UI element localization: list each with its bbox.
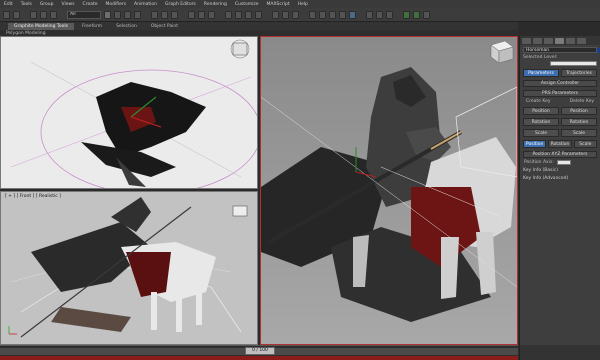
rotate-icon[interactable] bbox=[161, 10, 168, 19]
schematic-view-icon[interactable] bbox=[339, 10, 346, 19]
viewport-perspective[interactable] bbox=[260, 36, 518, 345]
viewport-top[interactable] bbox=[0, 36, 258, 189]
viewport-front-label[interactable]: [ + ] [ Front ] [ Realistic ] bbox=[5, 194, 61, 199]
curve-editor-icon[interactable] bbox=[329, 10, 336, 19]
viewcube-top-icon[interactable] bbox=[230, 39, 250, 59]
menu-help[interactable]: Help bbox=[298, 2, 308, 7]
green-tool-icon[interactable] bbox=[403, 10, 410, 19]
scale-icon[interactable] bbox=[171, 10, 178, 19]
menu-graph-editors[interactable]: Graph Editors bbox=[165, 2, 196, 7]
parameters-button[interactable]: Parameters bbox=[523, 69, 559, 77]
menu-customize[interactable]: Customize bbox=[235, 2, 259, 7]
spinner-snap-icon[interactable] bbox=[255, 10, 262, 19]
prs-parameters-rollout[interactable]: PRS Parameters bbox=[523, 90, 597, 97]
command-panel-tabs bbox=[520, 36, 600, 45]
named-selection-icon[interactable] bbox=[272, 10, 279, 19]
mirror-icon[interactable] bbox=[282, 10, 289, 19]
time-slider-bar: 0 / 100 bbox=[0, 345, 518, 360]
angle-snap-icon[interactable] bbox=[235, 10, 242, 19]
rendered-frame-icon[interactable] bbox=[376, 10, 383, 19]
menu-group[interactable]: Group bbox=[40, 2, 54, 7]
render-icon[interactable] bbox=[386, 10, 393, 19]
delete-key-label: Delete Key bbox=[569, 99, 594, 104]
track-bar[interactable] bbox=[0, 356, 518, 360]
manipulate-icon[interactable] bbox=[198, 10, 205, 19]
menu-modifiers[interactable]: Modifiers bbox=[106, 2, 127, 7]
delete-position-key-button[interactable]: Position bbox=[561, 107, 597, 115]
tab-graphite-modeling-tools[interactable]: Graphite Modeling Tools bbox=[8, 22, 75, 30]
viewcube-front-icon[interactable] bbox=[232, 205, 248, 217]
keyboard-shortcut-icon[interactable] bbox=[208, 10, 215, 19]
position-axis-spinner[interactable] bbox=[556, 160, 571, 165]
position-xyz-parameters-rollout[interactable]: Position XYZ Parameters bbox=[523, 151, 597, 158]
menu-views[interactable]: Views bbox=[62, 2, 75, 7]
selection-filter-dropdown[interactable]: All bbox=[67, 10, 101, 19]
motion-tab-icon[interactable] bbox=[555, 38, 564, 44]
menu-maxscript[interactable]: MAXScript bbox=[267, 2, 290, 7]
undo-icon[interactable] bbox=[3, 10, 10, 19]
link-icon[interactable] bbox=[30, 10, 37, 19]
align-icon[interactable] bbox=[292, 10, 299, 19]
menu-tools[interactable]: Tools bbox=[21, 2, 32, 7]
main-toolbar: All bbox=[0, 8, 600, 22]
hierarchy-tab-icon[interactable] bbox=[544, 38, 553, 44]
snap-icon[interactable] bbox=[225, 10, 232, 19]
create-position-key-button[interactable]: Position bbox=[523, 107, 559, 115]
menu-bar: Edit Tools Group Views Create Modifiers … bbox=[0, 0, 600, 8]
menu-rendering[interactable]: Rendering bbox=[204, 2, 227, 7]
rect-selection-icon[interactable] bbox=[124, 10, 131, 19]
tab-selection[interactable]: Selection bbox=[110, 23, 143, 30]
delete-rotation-key-button[interactable]: Rotation bbox=[561, 118, 597, 126]
green-tool-2-icon[interactable] bbox=[413, 10, 420, 19]
menu-edit[interactable]: Edit bbox=[4, 2, 13, 7]
time-slider-handle[interactable]: 0 / 100 bbox=[245, 347, 275, 355]
create-tab-icon[interactable] bbox=[522, 38, 531, 44]
selected-level-label: Selected Level: bbox=[523, 55, 558, 60]
extra-tool-icon[interactable] bbox=[423, 10, 430, 19]
pivot-icon[interactable] bbox=[188, 10, 195, 19]
create-key-label: Create Key bbox=[526, 99, 551, 104]
menu-create[interactable]: Create bbox=[83, 2, 98, 7]
unlink-icon[interactable] bbox=[40, 10, 47, 19]
prs-rotation-button[interactable]: Rotation bbox=[548, 140, 572, 148]
delete-scale-key-button[interactable]: Scale bbox=[561, 129, 597, 137]
layer-icon[interactable] bbox=[309, 10, 316, 19]
assign-controller-rollout[interactable]: Assign Controller bbox=[523, 80, 597, 87]
front-view-render bbox=[1, 192, 257, 344]
material-editor-icon[interactable] bbox=[349, 10, 356, 19]
prs-position-button[interactable]: Position bbox=[523, 140, 547, 148]
redo-icon[interactable] bbox=[13, 10, 20, 19]
create-rotation-key-button[interactable]: Rotation bbox=[523, 118, 559, 126]
menu-animation[interactable]: Animation bbox=[134, 2, 157, 7]
top-view-render bbox=[10, 39, 257, 188]
display-tab-icon[interactable] bbox=[566, 38, 575, 44]
perspective-view-render bbox=[261, 37, 517, 344]
key-info-advanced-rollout[interactable]: Key Info (Advanced) bbox=[523, 176, 597, 181]
viewcube-perspective-icon[interactable] bbox=[490, 40, 514, 64]
create-scale-key-button[interactable]: Scale bbox=[523, 129, 559, 137]
render-setup-icon[interactable] bbox=[366, 10, 373, 19]
graphite-toggle-icon[interactable] bbox=[319, 10, 326, 19]
status-panel-right bbox=[519, 345, 600, 360]
key-info-basic-rollout[interactable]: Key Info (Basic) bbox=[523, 168, 597, 173]
bind-space-warp-icon[interactable] bbox=[50, 10, 57, 19]
utilities-tab-icon[interactable] bbox=[577, 38, 586, 44]
window-crossing-icon[interactable] bbox=[134, 10, 141, 19]
tab-freeform[interactable]: Freeform bbox=[76, 23, 108, 30]
selected-level-field[interactable] bbox=[550, 61, 597, 66]
prs-scale-button[interactable]: Scale bbox=[573, 140, 597, 148]
tab-object-paint[interactable]: Object Paint bbox=[145, 23, 184, 30]
position-axis-label: Position Axis: bbox=[524, 160, 554, 165]
modify-tab-icon[interactable] bbox=[533, 38, 542, 44]
percent-snap-icon[interactable] bbox=[245, 10, 252, 19]
move-icon[interactable] bbox=[151, 10, 158, 19]
select-by-name-icon[interactable] bbox=[114, 10, 121, 19]
ribbon-tabs: Graphite Modeling Tools Freeform Selecti… bbox=[0, 22, 518, 30]
command-panel: Horseman Selected Level: Parameters Traj… bbox=[519, 36, 600, 345]
viewport-front[interactable]: [ + ] [ Front ] [ Realistic ] bbox=[0, 191, 258, 345]
trajectories-button[interactable]: Trajectories bbox=[561, 69, 597, 77]
select-object-icon[interactable] bbox=[104, 10, 111, 19]
object-name-field[interactable]: Horseman bbox=[523, 47, 600, 53]
